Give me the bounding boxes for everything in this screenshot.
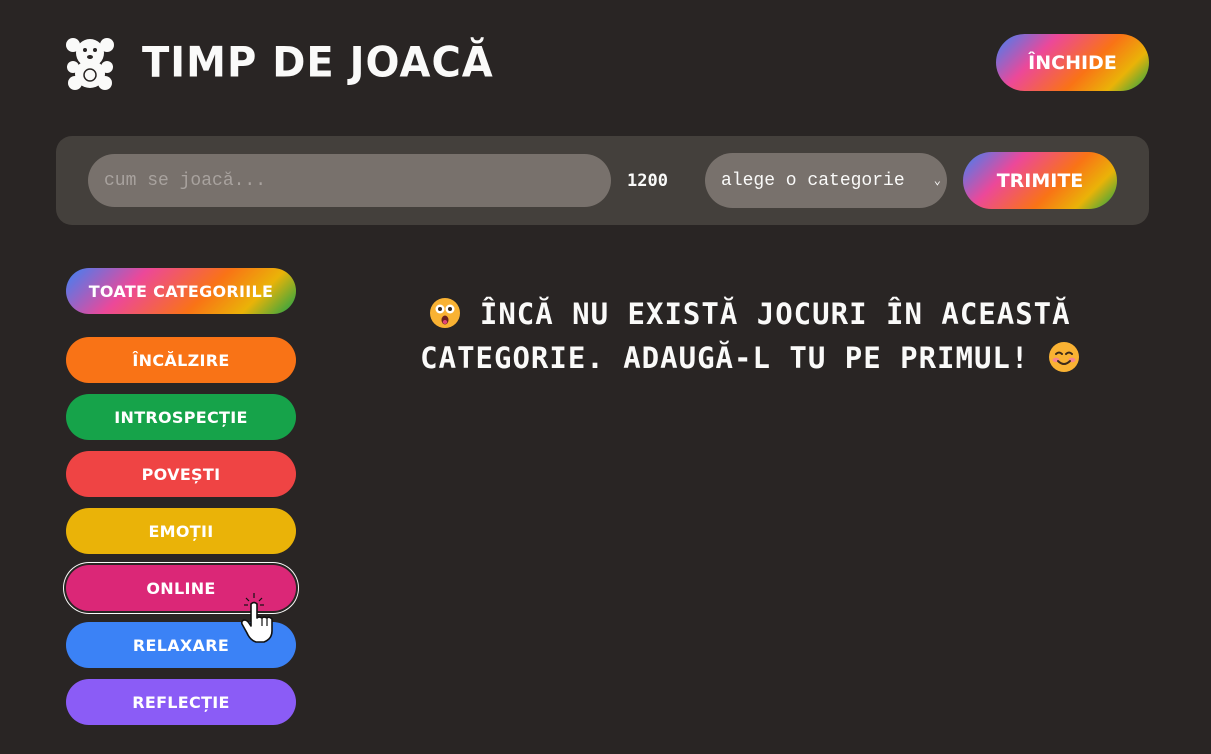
page-title: Timp de joacă (142, 38, 494, 88)
category-button-povesti[interactable]: Povești (66, 451, 296, 497)
close-button[interactable]: Închide (996, 34, 1149, 91)
header: Timp de joacă Închide (56, 34, 1149, 92)
category-button-incalzire[interactable]: Încălzire (66, 337, 296, 383)
new-game-form: 1200 alege o categorie ⌄ Trimite (56, 136, 1149, 225)
category-all-button[interactable]: Toate categoriile (66, 268, 296, 314)
char-count: 1200 (627, 171, 668, 191)
hand-pointer-cursor-icon (240, 593, 273, 643)
category-select[interactable]: alege o categorie ⌄ (705, 153, 947, 208)
empty-state-message: Încă nu există jocuri în această categor… (380, 292, 1120, 380)
category-select-value: alege o categorie (721, 170, 905, 191)
teddy-bear-icon (66, 38, 114, 90)
category-button-introspectie[interactable]: Introspecție (66, 394, 296, 440)
game-description-input[interactable] (88, 154, 611, 207)
empty-state-text: Încă nu există jocuri în această categor… (420, 297, 1071, 375)
category-button-reflectie[interactable]: Reflecție (66, 679, 296, 725)
astonished-face-icon (430, 298, 461, 328)
chevron-down-icon: ⌄ (933, 174, 941, 188)
category-button-emotii[interactable]: Emoții (66, 508, 296, 554)
submit-button[interactable]: Trimite (963, 152, 1117, 209)
smiling-face-icon (1048, 342, 1079, 372)
